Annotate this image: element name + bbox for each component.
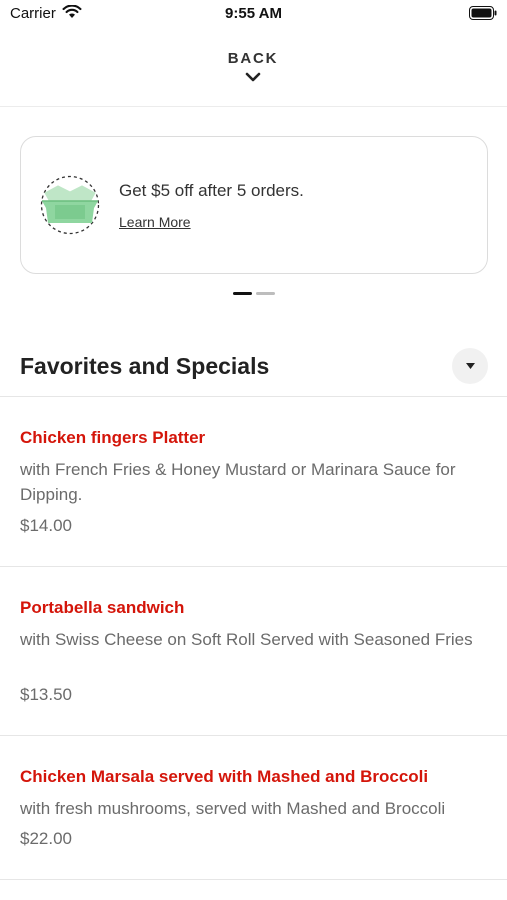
back-button[interactable]: BACK	[203, 50, 303, 92]
header-divider	[0, 106, 507, 107]
carousel-dot-2[interactable]	[255, 292, 275, 295]
menu-item-description: with French Fries & Honey Mustard or Mar…	[20, 460, 456, 504]
menu-item-name: Chicken fingers Platter	[20, 428, 206, 447]
caret-down-icon	[466, 363, 475, 369]
menu-item-name: Portabella sandwich	[20, 598, 185, 617]
menu-item[interactable]: Chicken Marsala served with Mashed and B…	[0, 736, 507, 879]
battery-icon	[469, 6, 497, 25]
chevron-down-icon	[203, 69, 303, 87]
promo-card[interactable]: Get $5 off after 5 orders. Learn More	[20, 136, 488, 274]
section-collapse-button[interactable]	[452, 348, 488, 384]
menu-item-price: $14.00	[20, 516, 72, 535]
status-bar: Carrier 9:55 AM	[0, 0, 507, 28]
menu-item[interactable]: Portabella sandwich with Swiss Cheese on…	[0, 567, 507, 735]
menu-item-description: with Swiss Cheese on Soft Roll Served wi…	[20, 630, 473, 649]
back-label: BACK	[227, 50, 279, 67]
menu-item-price: $13.50	[20, 685, 72, 704]
section-title: Favorites and Specials	[20, 353, 270, 379]
menu-item[interactable]: Chicken fingers Platter with French Frie…	[0, 397, 507, 566]
menu-item-description: with fresh mushrooms, served with Mashed…	[20, 799, 446, 818]
carousel-indicator	[0, 292, 507, 295]
clock: 9:55 AM	[225, 5, 282, 22]
learn-more-link[interactable]: Learn More	[119, 214, 191, 230]
promo-text: Get $5 off after 5 orders.	[119, 181, 304, 200]
menu-item-divider	[0, 879, 507, 880]
menu-item-price: $22.00	[20, 829, 72, 848]
menu-item-name: Chicken Marsala served with Mashed and B…	[20, 767, 429, 786]
carousel-dot-1[interactable]	[232, 292, 252, 295]
takeout-box-icon	[39, 175, 101, 240]
